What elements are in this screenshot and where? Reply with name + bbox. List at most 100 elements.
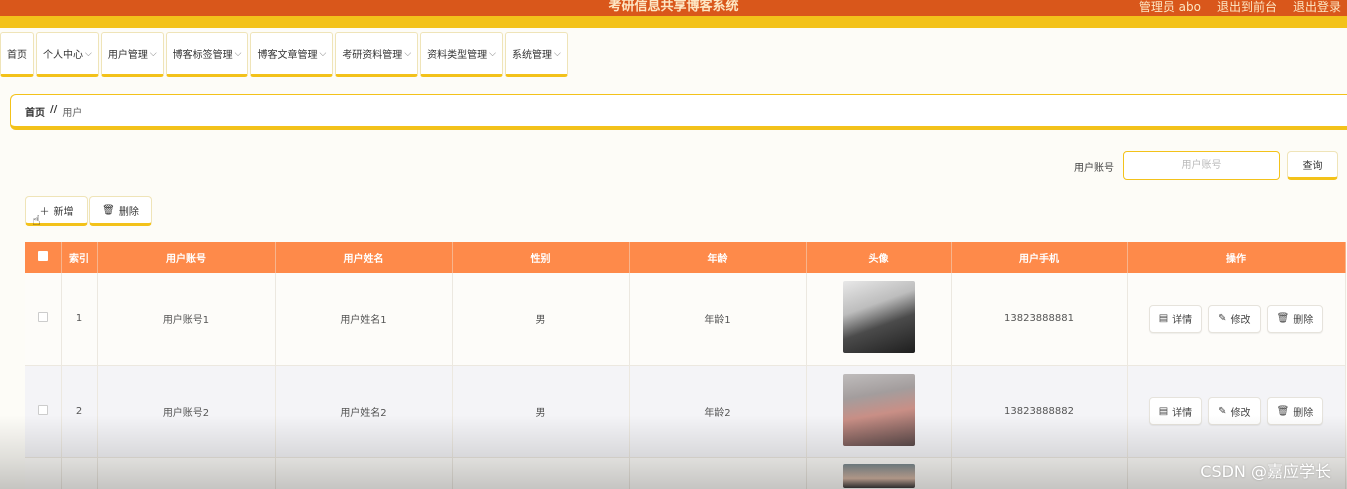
cell-age: 年龄2 bbox=[629, 365, 807, 458]
header-avatar: 头像 bbox=[806, 242, 952, 273]
cell-index bbox=[61, 457, 98, 489]
avatar bbox=[842, 373, 915, 446]
admin-label: 管理员 abo bbox=[1138, 0, 1201, 14]
row-checkbox[interactable] bbox=[37, 404, 48, 415]
pencil-icon: ✎ bbox=[1218, 405, 1227, 417]
breadcrumb-separator: // bbox=[50, 104, 58, 115]
avatar bbox=[842, 281, 915, 354]
chevron-down-icon: ⌵ bbox=[85, 48, 92, 59]
select-all-cell bbox=[25, 242, 62, 273]
header-name: 用户姓名 bbox=[275, 242, 453, 273]
nav-item-personal-center[interactable]: 个人中心 ⌵ bbox=[36, 32, 99, 77]
cell-gender bbox=[452, 457, 630, 489]
pencil-icon: ✎ bbox=[1218, 313, 1227, 325]
chevron-down-icon: ⌵ bbox=[404, 48, 412, 59]
search-input[interactable] bbox=[1123, 151, 1280, 180]
cell-avatar bbox=[806, 365, 952, 458]
nav-item-blog-tag-management[interactable]: 博客标签管理 ⌵ bbox=[165, 32, 249, 77]
search-button[interactable]: 查询 bbox=[1287, 151, 1338, 180]
logout-link[interactable]: 退出登录 bbox=[1293, 0, 1341, 14]
header-account: 用户账号 bbox=[97, 242, 276, 273]
header-index: 索引 bbox=[61, 242, 98, 273]
cell-gender: 男 bbox=[452, 365, 630, 458]
trash-icon: 🗑 bbox=[1276, 313, 1290, 325]
nav-label: 首页 bbox=[7, 50, 27, 61]
add-button-label: 新增 bbox=[53, 206, 74, 218]
cell-index: 1 bbox=[61, 273, 98, 366]
nav-item-material-type-management[interactable]: 资料类型管理 ⌵ bbox=[420, 32, 503, 77]
cell-account bbox=[97, 457, 276, 489]
detail-label: 详情 bbox=[1172, 315, 1193, 327]
nav-item-user-management[interactable]: 用户管理 ⌵ bbox=[100, 32, 164, 77]
table-row: 2 用户账号2 用户姓名2 男 年龄2 13823888882 ▤ 详情 ✎ 修改 … bbox=[25, 365, 1346, 458]
select-all-checkbox[interactable] bbox=[37, 251, 48, 261]
cell-name: 用户姓名2 bbox=[275, 365, 453, 458]
edit-button[interactable]: ✎ 修改 bbox=[1208, 397, 1261, 425]
header-gender: 性别 bbox=[452, 242, 630, 273]
top-links: 管理员 abo 退出到前台 退出登录 bbox=[1139, 0, 1341, 14]
trash-icon: 🗑 bbox=[1276, 405, 1290, 417]
delete-label: 删除 bbox=[1293, 315, 1314, 327]
cell-phone: 13823888882 bbox=[951, 365, 1128, 458]
cell-age: 年龄1 bbox=[629, 273, 807, 366]
cell-name bbox=[275, 457, 453, 489]
chevron-down-icon: ⌵ bbox=[234, 48, 242, 59]
row-select-cell bbox=[25, 273, 62, 366]
to-front-link[interactable]: 退出到前台 bbox=[1217, 0, 1277, 14]
breadcrumb-bar: 首页 // 用户 bbox=[10, 94, 1347, 130]
search-label: 用户账号 bbox=[1074, 163, 1114, 174]
nav-item-home[interactable]: 首页 bbox=[0, 32, 34, 77]
row-checkbox[interactable] bbox=[37, 312, 48, 323]
delete-button-label: 删除 bbox=[118, 206, 139, 218]
breadcrumb: 首页 // 用户 bbox=[25, 104, 82, 119]
detail-button[interactable]: ▤ 详情 bbox=[1148, 397, 1203, 425]
user-table: 索引 用户账号 用户姓名 性别 年龄 头像 用户手机 操作 1 用户账号1 用户… bbox=[25, 242, 1346, 489]
document-icon: ▤ bbox=[1158, 313, 1169, 325]
top-band bbox=[0, 16, 1347, 28]
table-row bbox=[25, 457, 1346, 489]
row-delete-button[interactable]: 🗑 删除 bbox=[1266, 304, 1324, 333]
document-icon: ▤ bbox=[1158, 405, 1169, 417]
row-delete-button[interactable]: 🗑 删除 bbox=[1266, 397, 1324, 425]
row-select-cell bbox=[25, 457, 62, 489]
watermark: CSDN @嘉应学长 bbox=[1200, 462, 1331, 481]
header-actions: 操作 bbox=[1127, 242, 1346, 273]
nav-label: 个人中心 bbox=[43, 50, 83, 61]
edit-label: 修改 bbox=[1230, 407, 1251, 419]
nav-item-blog-article-management[interactable]: 博客文章管理 ⌵ bbox=[250, 32, 334, 77]
detail-label: 详情 bbox=[1172, 407, 1193, 419]
header-phone: 用户手机 bbox=[951, 242, 1128, 273]
breadcrumb-home[interactable]: 首页 bbox=[25, 104, 45, 119]
cell-avatar bbox=[806, 273, 952, 366]
nav-label: 博客文章管理 bbox=[257, 50, 318, 61]
batch-delete-button[interactable]: 🗑 删除 bbox=[89, 196, 152, 226]
hand-cursor-icon: ☝ bbox=[32, 213, 41, 229]
nav-item-exam-material-management[interactable]: 考研资料管理 ⌵ bbox=[335, 32, 419, 77]
avatar bbox=[842, 463, 915, 488]
header-age: 年龄 bbox=[629, 242, 807, 273]
chevron-down-icon: ⌵ bbox=[489, 48, 496, 59]
cell-actions: ▤ 详情 ✎ 修改 🗑 删除 bbox=[1127, 273, 1346, 366]
cell-gender: 男 bbox=[452, 273, 630, 366]
edit-button[interactable]: ✎ 修改 bbox=[1208, 304, 1261, 333]
cell-phone: 13823888881 bbox=[951, 273, 1128, 366]
cell-age bbox=[629, 457, 807, 489]
nav-label: 资料类型管理 bbox=[427, 50, 488, 61]
plus-icon: ＋ bbox=[39, 206, 50, 218]
table-header-row: 索引 用户账号 用户姓名 性别 年龄 头像 用户手机 操作 bbox=[25, 242, 1346, 273]
cell-name: 用户姓名1 bbox=[275, 273, 453, 366]
chevron-down-icon: ⌵ bbox=[553, 48, 561, 59]
edit-label: 修改 bbox=[1230, 315, 1251, 327]
trash-icon: 🗑 bbox=[102, 204, 115, 216]
detail-button[interactable]: ▤ 详情 bbox=[1148, 304, 1203, 333]
cell-phone bbox=[951, 457, 1128, 489]
table-row: 1 用户账号1 用户姓名1 男 年龄1 13823888881 ▤ 详情 ✎ 修改 … bbox=[25, 273, 1346, 366]
row-select-cell bbox=[25, 365, 62, 458]
chevron-down-icon: ⌵ bbox=[149, 48, 157, 59]
delete-label: 删除 bbox=[1293, 407, 1314, 419]
cell-account: 用户账号1 bbox=[97, 273, 276, 366]
nav-item-system-management[interactable]: 系统管理 ⌵ bbox=[504, 32, 568, 77]
cell-avatar bbox=[806, 457, 952, 489]
cell-account: 用户账号2 bbox=[97, 365, 276, 458]
cell-index: 2 bbox=[61, 365, 98, 458]
